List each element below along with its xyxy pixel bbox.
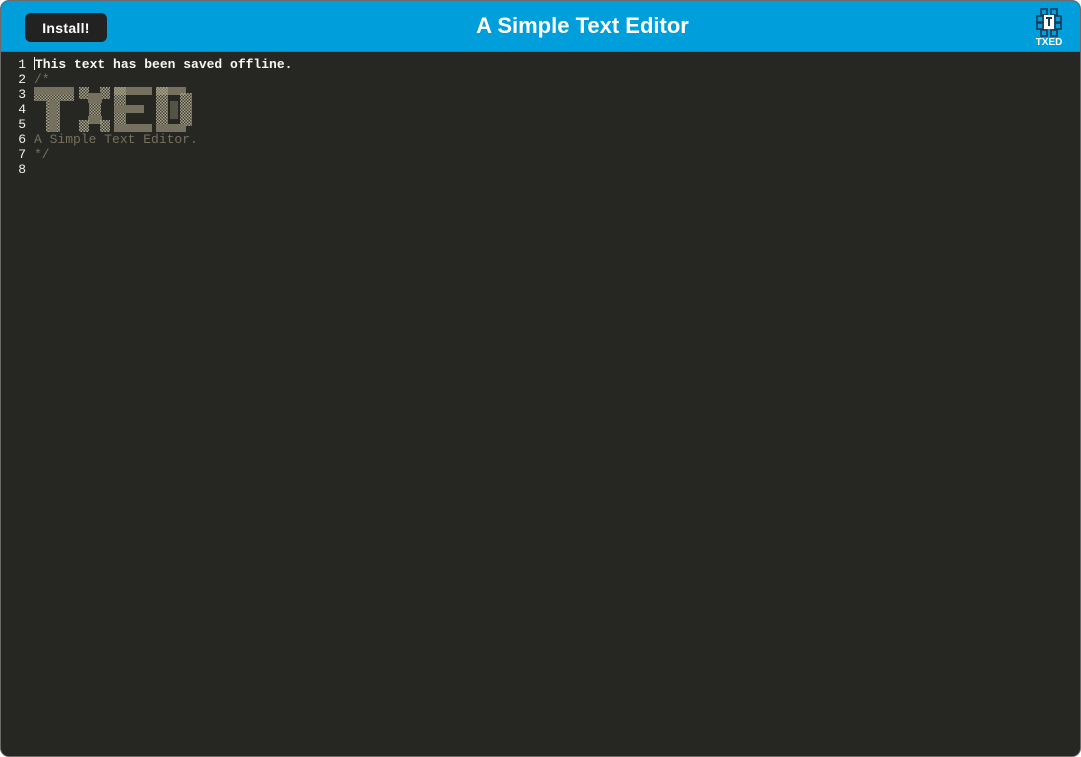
code-line[interactable]: /* bbox=[34, 72, 1080, 87]
line-number: 8 bbox=[18, 162, 26, 177]
code-line[interactable]: */ bbox=[34, 147, 1080, 162]
app-window: Install! A Simple Text Editor TXED 1 2 3… bbox=[0, 0, 1081, 757]
line-number: 7 bbox=[18, 147, 26, 162]
line-number: 2 bbox=[18, 72, 26, 87]
code-line[interactable]: This text has been saved offline. bbox=[34, 57, 1080, 72]
line-number: 3 bbox=[18, 87, 26, 102]
ascii-letter-x bbox=[79, 87, 110, 132]
code-line-text: */ bbox=[34, 147, 50, 162]
line-number-gutter: 1 2 3 4 5 6 7 8 bbox=[1, 57, 29, 177]
txed-logo-icon bbox=[1036, 8, 1062, 37]
line-number: 6 bbox=[18, 132, 26, 147]
header-bar: Install! A Simple Text Editor TXED bbox=[1, 1, 1080, 52]
line-number: 1 bbox=[18, 57, 26, 72]
code-editor[interactable]: 1 2 3 4 5 6 7 8 This text has been saved… bbox=[1, 52, 1080, 756]
line-number: 5 bbox=[18, 117, 26, 132]
ascii-art-logo bbox=[34, 87, 192, 132]
code-line-text: A Simple Text Editor. bbox=[34, 132, 198, 147]
code-line[interactable]: A Simple Text Editor. bbox=[34, 132, 1080, 147]
logo-label: TXED bbox=[1035, 37, 1063, 48]
txed-logo: TXED bbox=[1028, 7, 1070, 51]
ascii-letter-d bbox=[156, 87, 192, 132]
ascii-letter-e bbox=[114, 87, 152, 132]
line-number: 4 bbox=[18, 102, 26, 117]
code-line-text: This text has been saved offline. bbox=[35, 57, 293, 72]
code-line-text: /* bbox=[34, 72, 50, 87]
ascii-letter-t bbox=[34, 87, 74, 132]
install-button[interactable]: Install! bbox=[25, 13, 107, 42]
code-line[interactable] bbox=[34, 162, 1080, 177]
page-title: A Simple Text Editor bbox=[476, 13, 689, 38]
